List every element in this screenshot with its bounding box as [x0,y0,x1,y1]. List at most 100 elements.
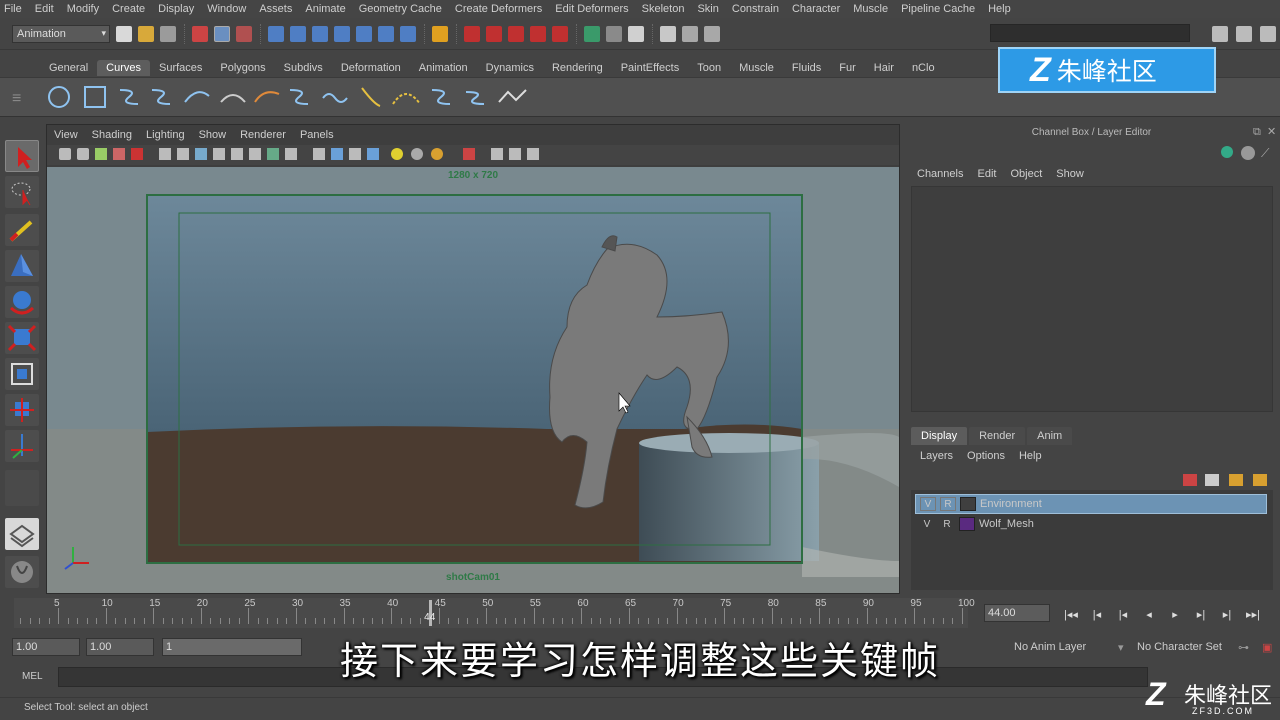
layout-toggle-icon[interactable] [1236,26,1252,42]
close-icon[interactable]: ✕ [1267,125,1276,138]
offset-curve-icon[interactable] [320,84,350,110]
menu-pipeline-cache[interactable]: Pipeline Cache [901,3,975,15]
lasso-tool-icon[interactable] [5,176,39,208]
tool-settings-toggle-icon[interactable] [682,25,698,42]
menu-file[interactable]: File [4,3,22,15]
input-operations-icon[interactable] [464,25,480,42]
viewport-menu-panels[interactable]: Panels [300,129,334,141]
shelf-tab-fur[interactable]: Fur [830,60,865,76]
mode-selector[interactable]: Animation ▾ [12,24,110,43]
menu-create-deformers[interactable]: Create Deformers [455,3,542,15]
construction-history-icon[interactable] [508,25,524,42]
shelf-tab-fluids[interactable]: Fluids [783,60,830,76]
channel-menu-edit[interactable]: Edit [977,168,996,180]
channel-menu-channels[interactable]: Channels [917,168,963,180]
snap-view-icon[interactable] [334,25,350,42]
menu-display[interactable]: Display [158,3,194,15]
layer-menu-help[interactable]: Help [1019,450,1042,462]
layer-menu-options[interactable]: Options [967,450,1005,462]
layer-up-icon[interactable] [1229,474,1243,486]
single-pane-icon[interactable] [5,518,39,550]
menu-window[interactable]: Window [207,3,246,15]
menu-edit-deformers[interactable]: Edit Deformers [555,3,628,15]
cut-curves-icon[interactable] [496,84,530,110]
viewport-toolbar-icons[interactable] [47,145,899,165]
layer-row[interactable]: V R Wolf_Mesh [915,514,1267,534]
select-component-icon[interactable] [236,25,252,42]
channel-menu-object[interactable]: Object [1010,168,1042,180]
rotate-tool-icon[interactable] [5,286,39,318]
new-layer-selected-icon[interactable] [1205,474,1219,486]
layer-menu-layers[interactable]: Layers [920,450,953,462]
menu-modify[interactable]: Modify [67,3,99,15]
layer-down-icon[interactable] [1253,474,1267,486]
arc-tool-icon[interactable] [218,84,248,110]
new-layer-icon[interactable] [1183,474,1197,486]
playback-button[interactable]: ▸| [1214,608,1240,621]
playback-button[interactable]: ▸▸| [1240,608,1266,621]
attribute-editor-toggle-icon[interactable] [660,25,676,42]
show-manipulator-icon[interactable] [5,430,39,462]
viewport-menu-shading[interactable]: Shading [92,129,132,141]
menu-create[interactable]: Create [112,3,145,15]
smooth-curve-icon[interactable] [462,84,492,110]
render-settings-icon[interactable] [584,25,600,42]
rebuild-curve-icon[interactable] [390,84,424,110]
shelf-tab-curves[interactable]: Curves [97,60,150,76]
playback-button[interactable]: ◂ [1136,608,1162,621]
shelf-tab-deformation[interactable]: Deformation [332,60,410,76]
shelf-tab-nclo[interactable]: nClo [903,60,944,76]
playback-button[interactable]: |◂◂ [1058,608,1084,621]
shelf-tab-hair[interactable]: Hair [865,60,903,76]
reverse-curve-icon[interactable] [428,84,458,110]
select-object-icon[interactable] [214,25,230,42]
pencil-curve-icon[interactable] [182,84,212,110]
select-tool-icon[interactable] [5,140,39,172]
move-tool-icon[interactable] [5,250,39,282]
attach-curves-icon[interactable] [252,84,282,110]
new-scene-icon[interactable] [116,25,132,42]
layer-tab-display[interactable]: Display [911,427,968,445]
ipr-render-icon[interactable] [552,25,568,42]
scale-tool-icon[interactable] [5,322,39,354]
viewport-menu-renderer[interactable]: Renderer [240,129,286,141]
perspective-viewport[interactable]: View Shading Lighting Show Renderer Panels [46,124,900,594]
pin-icon[interactable]: ⟋ [1261,146,1269,161]
save-scene-icon[interactable] [160,25,176,42]
shelf-tab-painteffects[interactable]: PaintEffects [612,60,689,76]
help-icon[interactable] [400,25,416,42]
shelf-menu-icon[interactable]: ≡ [12,90,21,108]
channel-menu-show[interactable]: Show [1056,168,1084,180]
snap-curve-icon[interactable] [290,25,306,42]
render-view-icon[interactable] [628,25,644,42]
soft-mod-icon[interactable] [5,394,39,426]
layer-editor-icon[interactable] [1241,146,1255,160]
channel-box-toggle-icon[interactable] [704,25,720,42]
viewport-menu-lighting[interactable]: Lighting [146,129,185,141]
viewport-menu-view[interactable]: View [54,129,78,141]
layer-tab-anim[interactable]: Anim [1027,427,1073,445]
quick-search-field[interactable] [990,24,1190,42]
select-hierarchy-icon[interactable] [192,25,208,42]
output-operations-icon[interactable] [486,25,502,42]
history-icon[interactable] [378,25,394,42]
snap-surface-icon[interactable] [356,25,372,42]
universal-manipulator-icon[interactable] [5,358,39,390]
square-curve-icon[interactable] [82,84,108,110]
shelf-tab-dynamics[interactable]: Dynamics [477,60,543,76]
shelf-tab-general[interactable]: General [40,60,97,76]
shelf-tab-rendering[interactable]: Rendering [543,60,612,76]
shelf-tab-muscle[interactable]: Muscle [730,60,783,76]
detach-curves-icon[interactable] [286,84,312,110]
playback-button[interactable]: ▸ [1162,608,1188,621]
menu-character[interactable]: Character [792,3,840,15]
float-panel-icon[interactable]: ⧉ [1253,126,1261,139]
viewport-menu-show[interactable]: Show [199,129,227,141]
shelf-tab-surfaces[interactable]: Surfaces [150,60,211,76]
layout-toggle-icon[interactable] [1260,26,1276,42]
circle-curve-icon[interactable] [46,84,72,110]
layer-color-swatch[interactable] [960,497,976,511]
menu-geometry-cache[interactable]: Geometry Cache [359,3,442,15]
layer-tab-render[interactable]: Render [969,427,1026,445]
layer-reference-toggle[interactable]: R [939,517,955,531]
